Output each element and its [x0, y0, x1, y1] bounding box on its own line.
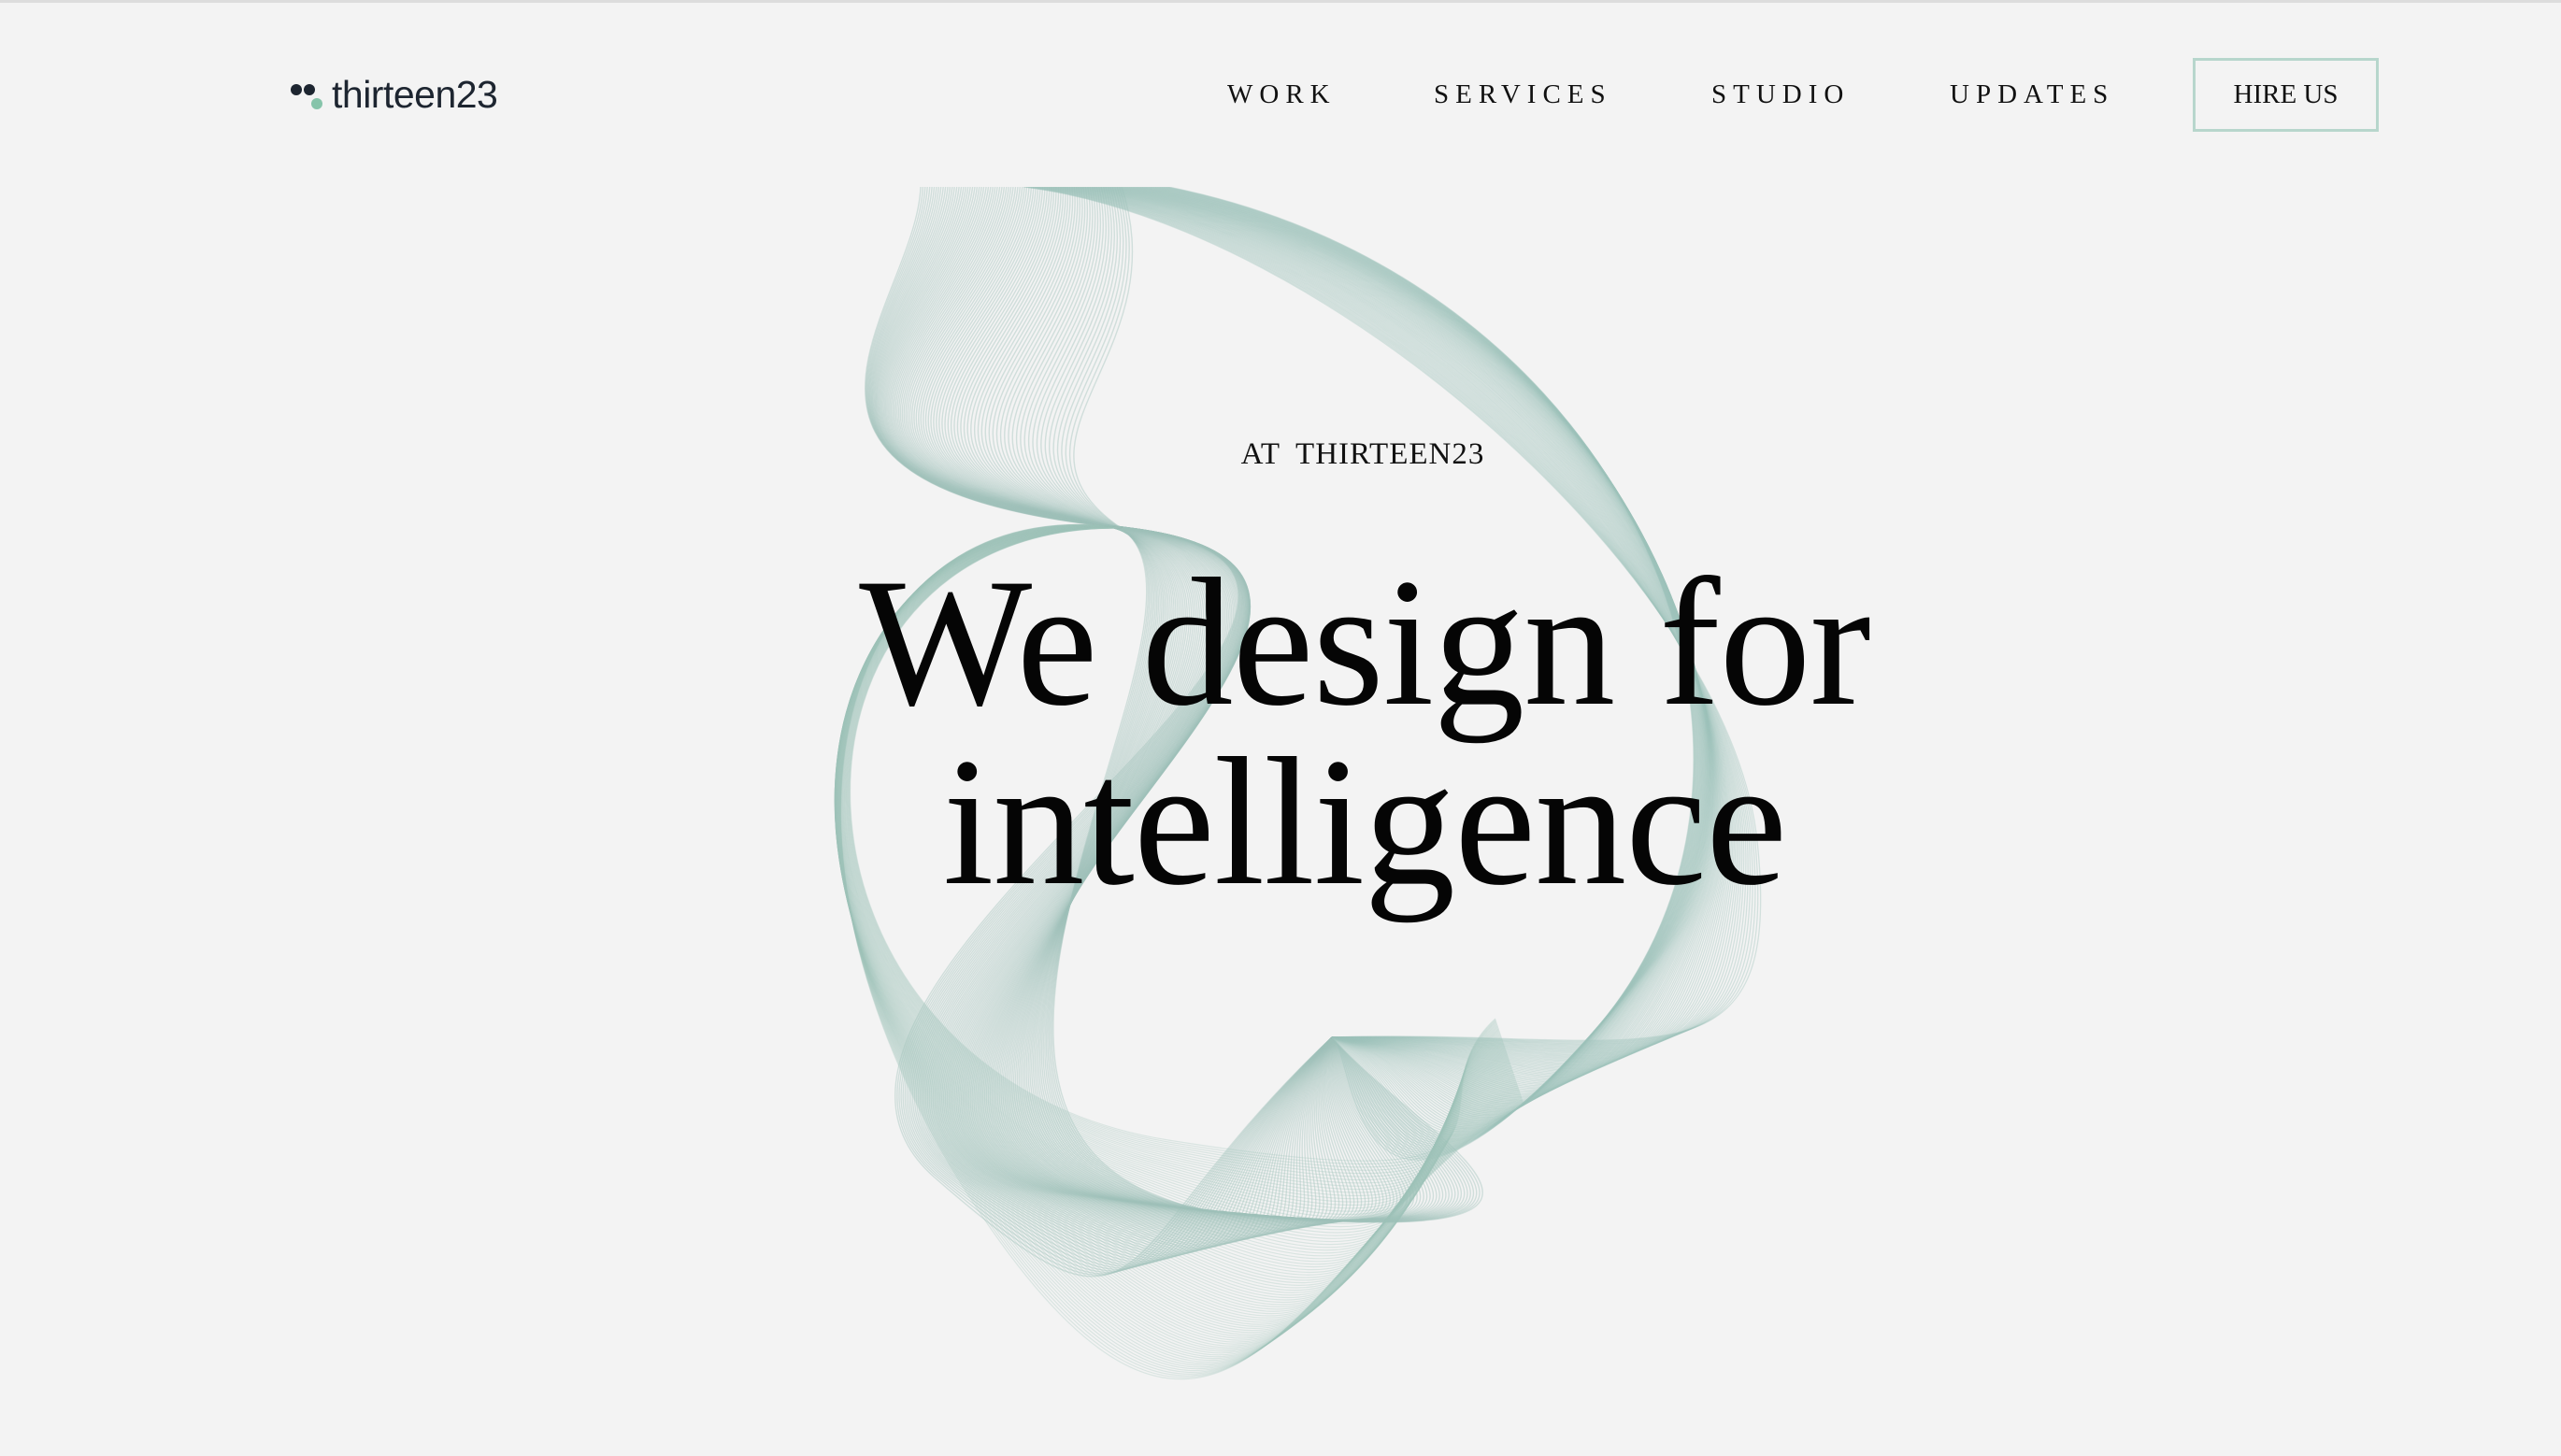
hero-headline: We design for intelligence — [766, 541, 1963, 923]
headline-line-2: intelligence — [942, 721, 1787, 923]
headline-line-1: We design for — [859, 541, 1871, 744]
hero-eyebrow: AT THIRTEEN23 — [1240, 437, 1485, 471]
